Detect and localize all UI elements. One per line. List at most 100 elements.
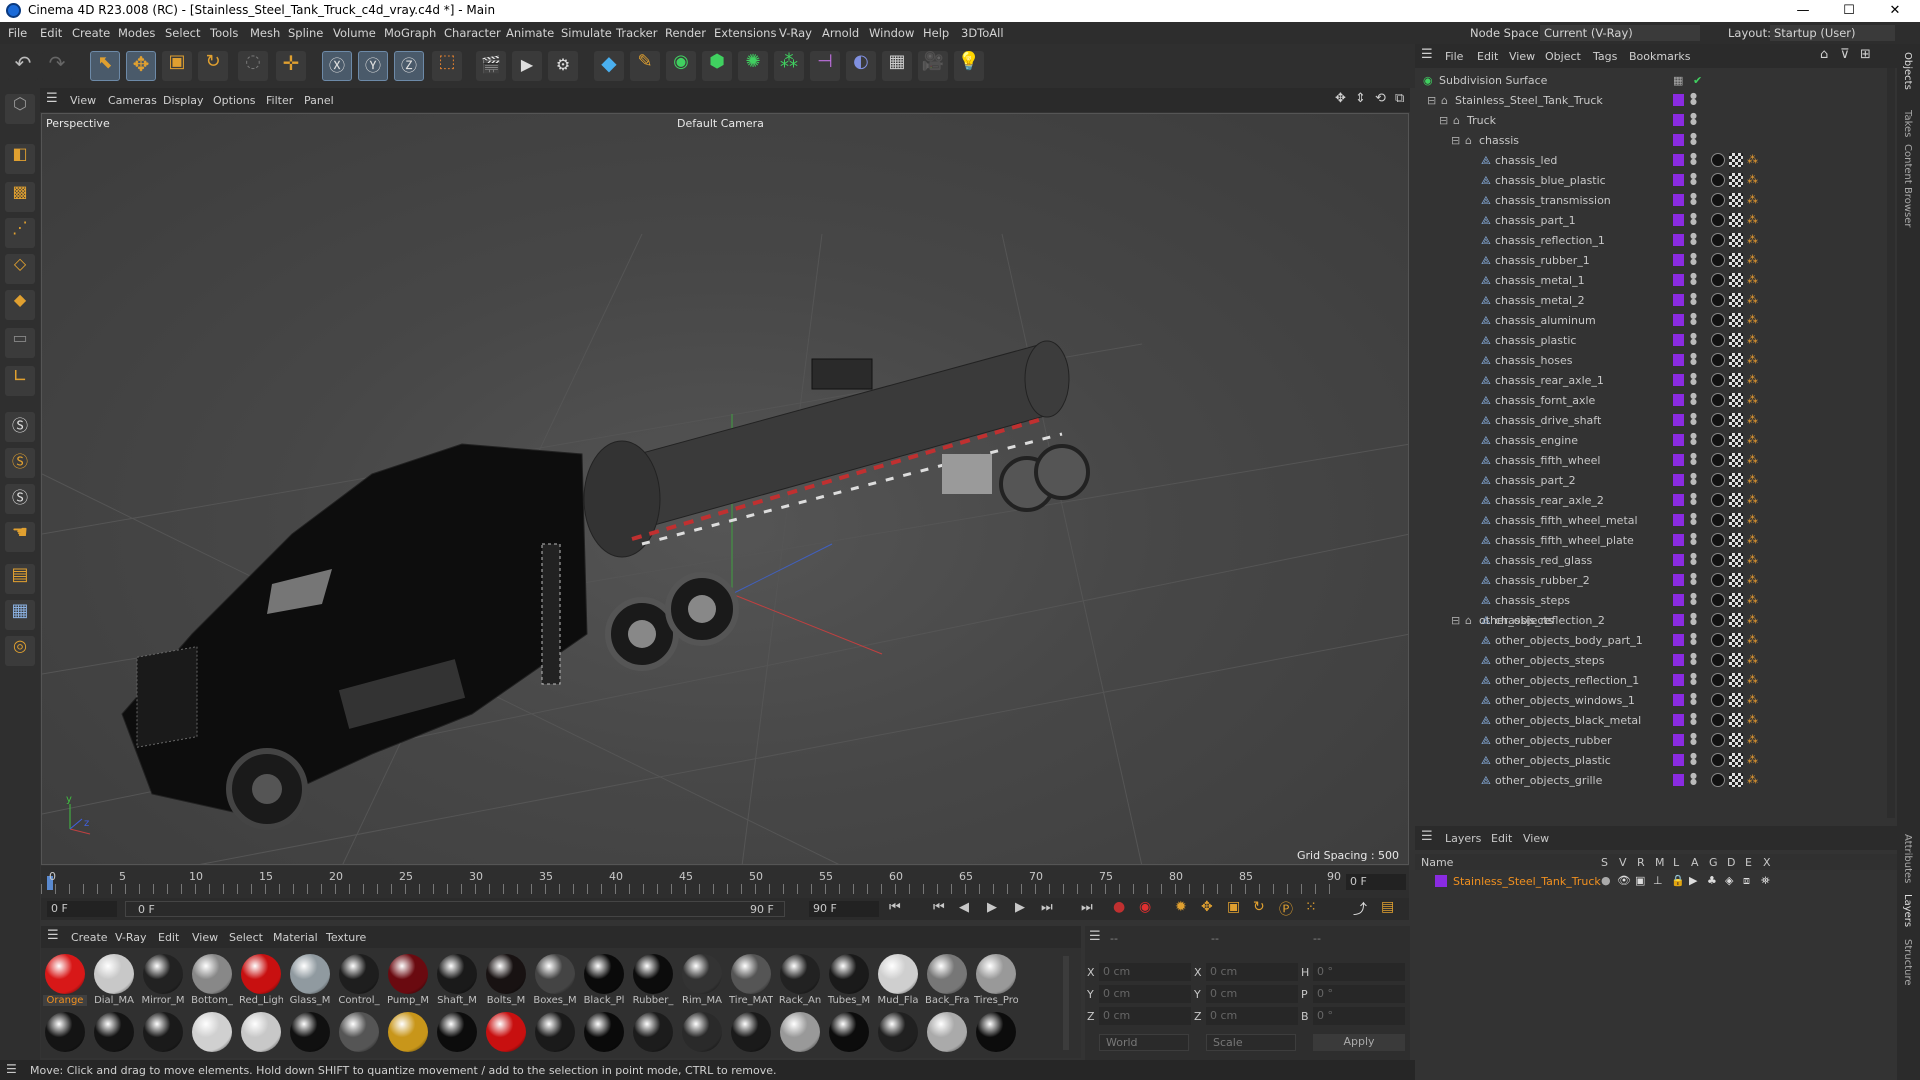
selection-tag-icon[interactable]: ⁂ bbox=[1747, 693, 1758, 707]
uvw-tag-icon[interactable] bbox=[1729, 353, 1743, 367]
material-swatch[interactable]: Glass_M bbox=[288, 952, 332, 1008]
material-tag-icon[interactable] bbox=[1711, 313, 1725, 327]
layer-expressions-icon[interactable]: ⧈ bbox=[1743, 874, 1750, 888]
layer-manager-icon[interactable]: ⊥ bbox=[1653, 874, 1663, 887]
material-swatch[interactable]: Pump_M bbox=[386, 952, 430, 1008]
key-scale-icon[interactable]: ▣ bbox=[1227, 899, 1240, 915]
material-swatch[interactable] bbox=[92, 1010, 136, 1066]
visibility-dots-icon[interactable]: ● ● bbox=[1690, 312, 1697, 327]
node-space-dropdown[interactable]: Current (V-Ray) bbox=[1540, 25, 1700, 41]
selection-tag-icon[interactable]: ⁂ bbox=[1747, 373, 1758, 387]
selection-tag-icon[interactable]: ⁂ bbox=[1747, 313, 1758, 327]
uvw-tag-icon[interactable] bbox=[1729, 513, 1743, 527]
uvw-tag-icon[interactable] bbox=[1729, 673, 1743, 687]
tree-row-truck[interactable]: ⊟ ⌂ Truck ● ● bbox=[1415, 110, 1897, 130]
viewport-hamburger-icon[interactable]: ☰ bbox=[46, 91, 58, 106]
uvw-tag-icon[interactable] bbox=[1729, 253, 1743, 267]
x-axis-lock-icon[interactable]: Ⓧ bbox=[322, 51, 352, 81]
uvw-tag-icon[interactable] bbox=[1729, 633, 1743, 647]
end-frame-field[interactable]: 90 F bbox=[809, 901, 879, 917]
layer-color-swatch[interactable] bbox=[1673, 214, 1684, 226]
visibility-dots-icon[interactable]: ● ● bbox=[1690, 272, 1697, 287]
visibility-dots-icon[interactable]: ● ● bbox=[1690, 392, 1697, 407]
visibility-dots-icon[interactable]: ● ● bbox=[1690, 92, 1697, 107]
workplane-icon[interactable]: ▤ bbox=[5, 564, 35, 594]
mat-menu-view[interactable]: View bbox=[192, 931, 218, 944]
material-swatch[interactable]: Tire_MAT bbox=[729, 952, 773, 1008]
material-swatch[interactable]: Shaft_M bbox=[435, 952, 479, 1008]
material-swatch[interactable]: Tires_Pro bbox=[974, 952, 1018, 1008]
visibility-dots-icon[interactable]: ● ● bbox=[1690, 712, 1697, 727]
tab-layers[interactable]: Layers bbox=[1902, 894, 1913, 927]
uvw-tag-icon[interactable] bbox=[1729, 193, 1743, 207]
play-icon[interactable]: ▶ bbox=[987, 900, 997, 915]
selection-tag-icon[interactable]: ⁂ bbox=[1747, 633, 1758, 647]
layer-color-swatch[interactable] bbox=[1673, 594, 1684, 606]
selection-tag-icon[interactable]: ⁂ bbox=[1747, 173, 1758, 187]
uvw-tag-icon[interactable] bbox=[1729, 593, 1743, 607]
visibility-dots-icon[interactable]: ● ● bbox=[1690, 452, 1697, 467]
uvw-tag-icon[interactable] bbox=[1729, 753, 1743, 767]
material-swatch[interactable] bbox=[778, 1010, 822, 1066]
material-tag-icon[interactable] bbox=[1711, 493, 1725, 507]
layer-solo-icon[interactable]: ● bbox=[1601, 874, 1611, 887]
tree-row-object[interactable]: ⟁ chassis_reflection_1 ● ● ⁂ bbox=[1415, 230, 1897, 250]
visibility-dots-icon[interactable]: ● ● bbox=[1690, 492, 1697, 507]
pos-z-field[interactable]: 0 cm bbox=[1099, 1007, 1191, 1025]
material-swatch[interactable] bbox=[974, 1010, 1018, 1066]
current-frame-field[interactable]: 0 F bbox=[1346, 874, 1406, 890]
tree-row-object[interactable]: ⟁ chassis_fornt_axle ● ● ⁂ bbox=[1415, 390, 1897, 410]
material-tag-icon[interactable] bbox=[1711, 153, 1725, 167]
viewport-layout-icon[interactable]: ⧉ bbox=[1395, 91, 1404, 106]
tree-row-object[interactable]: ⟁ chassis_blue_plastic ● ● ⁂ bbox=[1415, 170, 1897, 190]
tree-row-object[interactable]: ⟁ chassis_fifth_wheel_plate ● ● ⁂ bbox=[1415, 530, 1897, 550]
subdivision-icon[interactable]: ◉ bbox=[666, 51, 696, 81]
layers-hamburger-icon[interactable]: ☰ bbox=[1421, 829, 1433, 844]
start-frame-field[interactable]: 0 F bbox=[47, 901, 117, 917]
menu-volume[interactable]: Volume bbox=[333, 26, 376, 40]
redo-icon[interactable]: ↷ bbox=[42, 51, 72, 81]
layout-dropdown[interactable]: Startup (User) bbox=[1770, 25, 1895, 41]
points-mode-icon[interactable]: ⋰ bbox=[5, 218, 35, 248]
polygons-mode-icon[interactable]: ◆ bbox=[5, 290, 35, 320]
visibility-dots-icon[interactable]: ● ● bbox=[1690, 772, 1697, 787]
layer-color-swatch[interactable] bbox=[1673, 514, 1684, 526]
tree-row-object[interactable]: ⟁ chassis_rear_axle_1 ● ● ⁂ bbox=[1415, 370, 1897, 390]
keyframe-selection-icon[interactable]: ✹ bbox=[1175, 899, 1187, 915]
light-icon[interactable]: 💡 bbox=[954, 51, 984, 81]
layer-color-swatch[interactable] bbox=[1673, 414, 1684, 426]
material-tag-icon[interactable] bbox=[1711, 573, 1725, 587]
material-tag-icon[interactable] bbox=[1711, 593, 1725, 607]
collapse-icon[interactable]: ⊟ bbox=[1451, 134, 1460, 147]
material-swatch[interactable]: Mirror_M bbox=[141, 952, 185, 1008]
material-tag-icon[interactable] bbox=[1711, 193, 1725, 207]
menu-arnold[interactable]: Arnold bbox=[822, 26, 859, 40]
selection-tag-icon[interactable]: ⁂ bbox=[1747, 433, 1758, 447]
tree-row-object[interactable]: ⟁ chassis_fifth_wheel_metal ● ● ⁂ bbox=[1415, 510, 1897, 530]
tweak-mode-icon[interactable]: ☚ bbox=[5, 522, 35, 552]
undo-icon[interactable]: ↶ bbox=[8, 51, 38, 81]
move-tool-icon[interactable]: ✥ bbox=[126, 51, 156, 81]
visibility-dots-icon[interactable]: ● ● bbox=[1690, 412, 1697, 427]
uvw-tag-icon[interactable] bbox=[1729, 733, 1743, 747]
material-tag-icon[interactable] bbox=[1711, 733, 1725, 747]
material-tag-icon[interactable] bbox=[1711, 433, 1725, 447]
objects-filter-icon[interactable]: ⊽ bbox=[1840, 47, 1850, 62]
tree-row-root[interactable]: ◉ Subdivision Surface ▦ ✔ bbox=[1415, 70, 1897, 90]
menu-animate[interactable]: Animate bbox=[506, 26, 554, 40]
visibility-dots-icon[interactable]: ● ● bbox=[1690, 252, 1697, 267]
material-swatch[interactable] bbox=[729, 1010, 773, 1066]
selection-tag-icon[interactable]: ⁂ bbox=[1747, 533, 1758, 547]
material-tag-icon[interactable] bbox=[1711, 173, 1725, 187]
visibility-dots-icon[interactable]: ● ● bbox=[1690, 172, 1697, 187]
menu-vray[interactable]: V-Ray bbox=[779, 26, 812, 40]
layer-color-swatch[interactable] bbox=[1673, 634, 1684, 646]
tree-row-object[interactable]: ⟁ chassis_drive_shaft ● ● ⁂ bbox=[1415, 410, 1897, 430]
menu-tracker[interactable]: Tracker bbox=[616, 26, 658, 40]
tree-row-object[interactable]: ⟁ other_objects_windows_1 ● ● ⁂ bbox=[1415, 690, 1897, 710]
uvw-tag-icon[interactable] bbox=[1729, 473, 1743, 487]
selection-tag-icon[interactable]: ⁂ bbox=[1747, 353, 1758, 367]
material-tag-icon[interactable] bbox=[1711, 773, 1725, 787]
mat-menu-edit[interactable]: Edit bbox=[158, 931, 179, 944]
selection-tag-icon[interactable]: ⁂ bbox=[1747, 513, 1758, 527]
